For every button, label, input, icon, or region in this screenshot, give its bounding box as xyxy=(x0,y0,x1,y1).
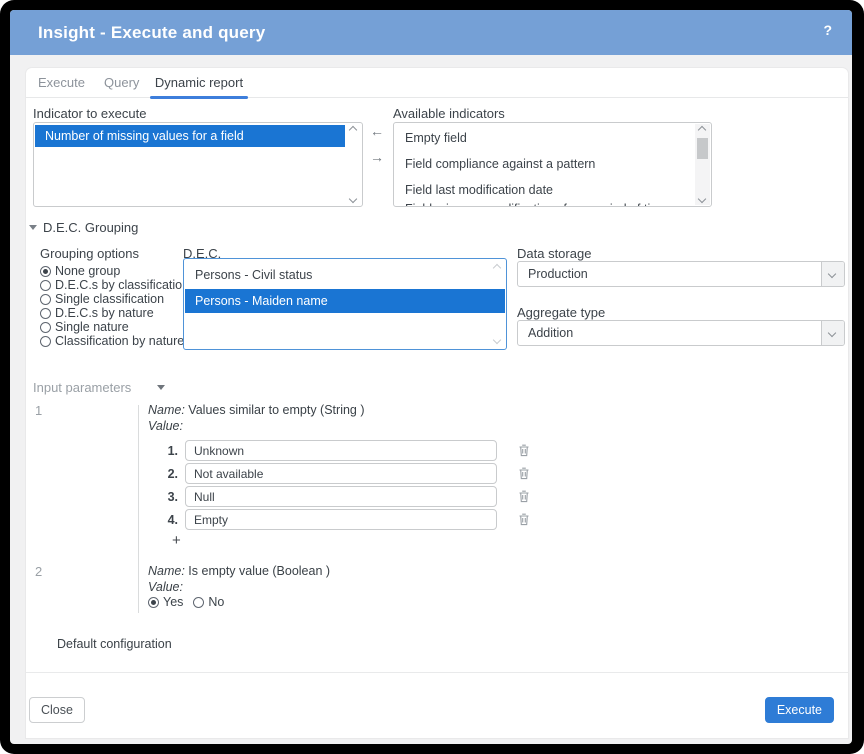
value-input[interactable] xyxy=(185,509,497,530)
grouping-options-label: Grouping options xyxy=(40,247,139,261)
data-storage-label: Data storage xyxy=(517,247,591,261)
dialog-body: Execute Query Dynamic report Indicator t… xyxy=(26,68,848,738)
add-value-button[interactable]: + xyxy=(172,534,181,548)
aggregate-type-label: Aggregate type xyxy=(517,306,605,320)
param-name-line: Name: Is empty value (Boolean ) xyxy=(148,563,330,579)
list-item[interactable]: Empty field xyxy=(395,128,694,148)
param-name: Values similar to empty (String ) xyxy=(185,403,365,417)
param-value-label: Value: xyxy=(148,418,183,434)
radio-no[interactable]: No xyxy=(193,595,224,609)
data-storage-value: Production xyxy=(528,267,588,281)
value-number: 2. xyxy=(148,467,185,481)
help-icon[interactable]: ? xyxy=(823,22,832,38)
tab-execute[interactable]: Execute xyxy=(38,68,85,97)
default-configuration-link[interactable]: Default configuration xyxy=(57,637,172,651)
scroll-down-icon[interactable] xyxy=(349,195,357,203)
radio-icon[interactable] xyxy=(40,308,51,319)
scrollbar[interactable] xyxy=(695,124,710,205)
indicator-to-execute-label: Indicator to execute xyxy=(33,107,146,121)
data-storage-select[interactable]: Production xyxy=(517,261,845,287)
radio-icon[interactable] xyxy=(40,294,51,305)
value-number: 1. xyxy=(148,444,185,458)
boolean-radiogroup: Yes No xyxy=(148,595,224,609)
radio-icon[interactable] xyxy=(193,597,204,608)
chevron-down-icon xyxy=(828,270,836,278)
input-parameters-title: Input parameters xyxy=(33,380,131,395)
dialog-titlebar: Insight - Execute and query ? xyxy=(10,10,852,55)
tab-query[interactable]: Query xyxy=(104,68,139,97)
radio-single-nature[interactable]: Single nature xyxy=(40,320,189,334)
execute-button[interactable]: Execute xyxy=(765,697,834,723)
delete-icon[interactable] xyxy=(518,513,530,526)
scroll-up-icon[interactable] xyxy=(349,126,357,134)
dropdown-button[interactable] xyxy=(821,321,844,345)
radio-icon[interactable] xyxy=(40,280,51,291)
tab-dynamic-report[interactable]: Dynamic report xyxy=(150,68,248,97)
value-row: 3. xyxy=(148,486,530,507)
radio-none-group[interactable]: None group xyxy=(40,264,189,278)
list-item[interactable]: Field last modification date xyxy=(395,180,694,200)
scrollbar[interactable] xyxy=(346,124,361,205)
name-label: Name: xyxy=(148,403,185,417)
list-item[interactable]: Number of missing values for a field xyxy=(35,125,345,147)
radio-icon[interactable] xyxy=(40,322,51,333)
dropdown-button[interactable] xyxy=(821,262,844,286)
value-input[interactable] xyxy=(185,440,497,461)
radio-yes[interactable]: Yes xyxy=(148,595,183,609)
list-item[interactable]: Persons - Maiden name xyxy=(185,289,505,313)
available-indicators-listbox[interactable]: Empty field Field compliance against a p… xyxy=(393,122,712,207)
delete-icon[interactable] xyxy=(518,444,530,457)
aggregate-type-select[interactable]: Addition xyxy=(517,320,845,346)
footer-divider xyxy=(26,672,848,673)
name-label: Name: xyxy=(148,564,185,578)
aggregate-type-value: Addition xyxy=(528,326,573,340)
chevron-down-icon xyxy=(828,329,836,337)
tab-bar: Execute Query Dynamic report xyxy=(26,68,848,98)
input-parameters-header[interactable]: Input parameters xyxy=(33,380,165,395)
radio-decs-by-nature[interactable]: D.E.C.s by nature xyxy=(40,306,189,320)
radio-icon[interactable] xyxy=(40,336,51,347)
param-divider xyxy=(138,405,139,613)
value-row: 4. xyxy=(148,509,530,530)
value-row: 1. xyxy=(148,440,530,461)
dec-grouping-title: D.E.C. Grouping xyxy=(43,220,138,235)
close-button[interactable]: Close xyxy=(29,697,85,723)
dec-grouping-header[interactable]: D.E.C. Grouping xyxy=(29,220,138,235)
indicator-to-execute-listbox[interactable]: Number of missing values for a field xyxy=(33,122,363,207)
scroll-down-icon[interactable] xyxy=(493,336,501,344)
scrollbar-track[interactable] xyxy=(695,124,710,205)
list-item[interactable]: Persons - Civil status xyxy=(185,263,489,287)
collapse-triangle-icon xyxy=(29,225,37,230)
delete-icon[interactable] xyxy=(518,490,530,503)
move-right-arrow[interactable]: → xyxy=(370,150,384,164)
list-item[interactable]: Field min-max modifications for a period… xyxy=(395,199,694,207)
dialog-title: Insight - Execute and query xyxy=(38,23,265,43)
screenshot-frame: Insight - Execute and query ? Execute Qu… xyxy=(0,0,864,754)
value-input[interactable] xyxy=(185,486,497,507)
radio-icon[interactable] xyxy=(148,597,159,608)
radio-classification-by-nature[interactable]: Classification by nature xyxy=(40,334,189,348)
dec-listbox[interactable]: Persons - Civil status Persons - Maiden … xyxy=(183,258,507,350)
value-number: 3. xyxy=(148,490,185,504)
collapse-triangle-icon xyxy=(157,385,165,390)
scrollbar-thumb[interactable] xyxy=(697,138,708,159)
value-row: 2. xyxy=(148,463,530,484)
list-item[interactable]: Field compliance against a pattern xyxy=(395,154,694,174)
delete-icon[interactable] xyxy=(518,467,530,480)
radio-decs-by-classification[interactable]: D.E.C.s by classification xyxy=(40,278,189,292)
param-index: 2 xyxy=(35,565,42,579)
radio-icon[interactable] xyxy=(40,266,51,277)
radio-single-classification[interactable]: Single classification xyxy=(40,292,189,306)
available-indicators-label: Available indicators xyxy=(393,107,505,121)
param-name: Is empty value (Boolean ) xyxy=(185,564,330,578)
value-input[interactable] xyxy=(185,463,497,484)
value-number: 4. xyxy=(148,513,185,527)
grouping-options-radiogroup: None group D.E.C.s by classification Sin… xyxy=(40,264,189,348)
move-left-arrow[interactable]: ← xyxy=(370,124,384,138)
param-value-label: Value: xyxy=(148,579,183,595)
param-name-line: Name: Values similar to empty (String ) xyxy=(148,402,365,418)
dialog-backdrop: Insight - Execute and query ? Execute Qu… xyxy=(10,10,852,744)
param-index: 1 xyxy=(35,404,42,418)
scroll-up-icon[interactable] xyxy=(493,264,501,272)
